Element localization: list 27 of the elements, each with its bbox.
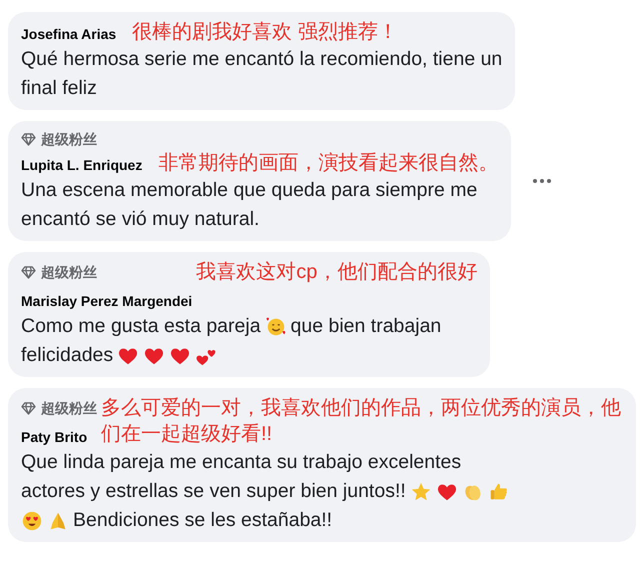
fan-badge-label: 超级粉丝 xyxy=(41,398,97,418)
comment-text: Qué hermosa serie me encantó la recomiendo, tiene un xyxy=(21,46,502,72)
comment-text: Que linda pareja me encanta su trabajo excelentes xyxy=(21,450,462,475)
annotation-text: 我喜欢这对cp，他们配合的很好 xyxy=(196,260,478,285)
diamond-icon xyxy=(21,266,36,278)
comment-text: felicidades xyxy=(21,342,114,368)
annotation-text: 多么可爱的一对，我喜欢他们的作品，两位优秀的演员，他们在一起超级好看!! xyxy=(101,396,622,447)
fan-badge-label: 超级粉丝 xyxy=(41,130,97,148)
comment-text: Una escena memorable que queda para siempre me xyxy=(21,178,478,203)
author-name[interactable]: Marislay Perez Margendei xyxy=(21,291,192,312)
diamond-icon xyxy=(21,132,36,146)
heart-eyes-face-icon xyxy=(21,510,43,532)
annotation-text: 非常期待的画面，演技看起来很自然。 xyxy=(158,151,498,176)
author-name[interactable]: Lupita L. Enriquez xyxy=(21,155,142,176)
comment-text: actores y estrellas se ven super bien juntos!! xyxy=(21,478,406,504)
smiling-face-with-hearts-icon xyxy=(264,316,287,338)
comment-text: Bendiciones se les estañaba!! xyxy=(73,508,332,533)
fan-badge-label: 超级粉丝 xyxy=(41,262,97,282)
comment-text: final feliz xyxy=(21,76,97,101)
author-name[interactable]: Paty Brito xyxy=(21,427,97,448)
diamond-icon xyxy=(21,402,36,414)
comment-text: Como me gusta esta pareja xyxy=(21,314,261,339)
annotation-text: 很棒的剧我好喜欢 强烈推荐！ xyxy=(132,20,398,45)
star-icon xyxy=(410,480,432,502)
author-name[interactable]: Josefina Arias xyxy=(21,24,116,45)
comment-text: encantó se vió muy natural. xyxy=(21,206,260,232)
comment-text: que bien trabajan xyxy=(290,314,442,339)
